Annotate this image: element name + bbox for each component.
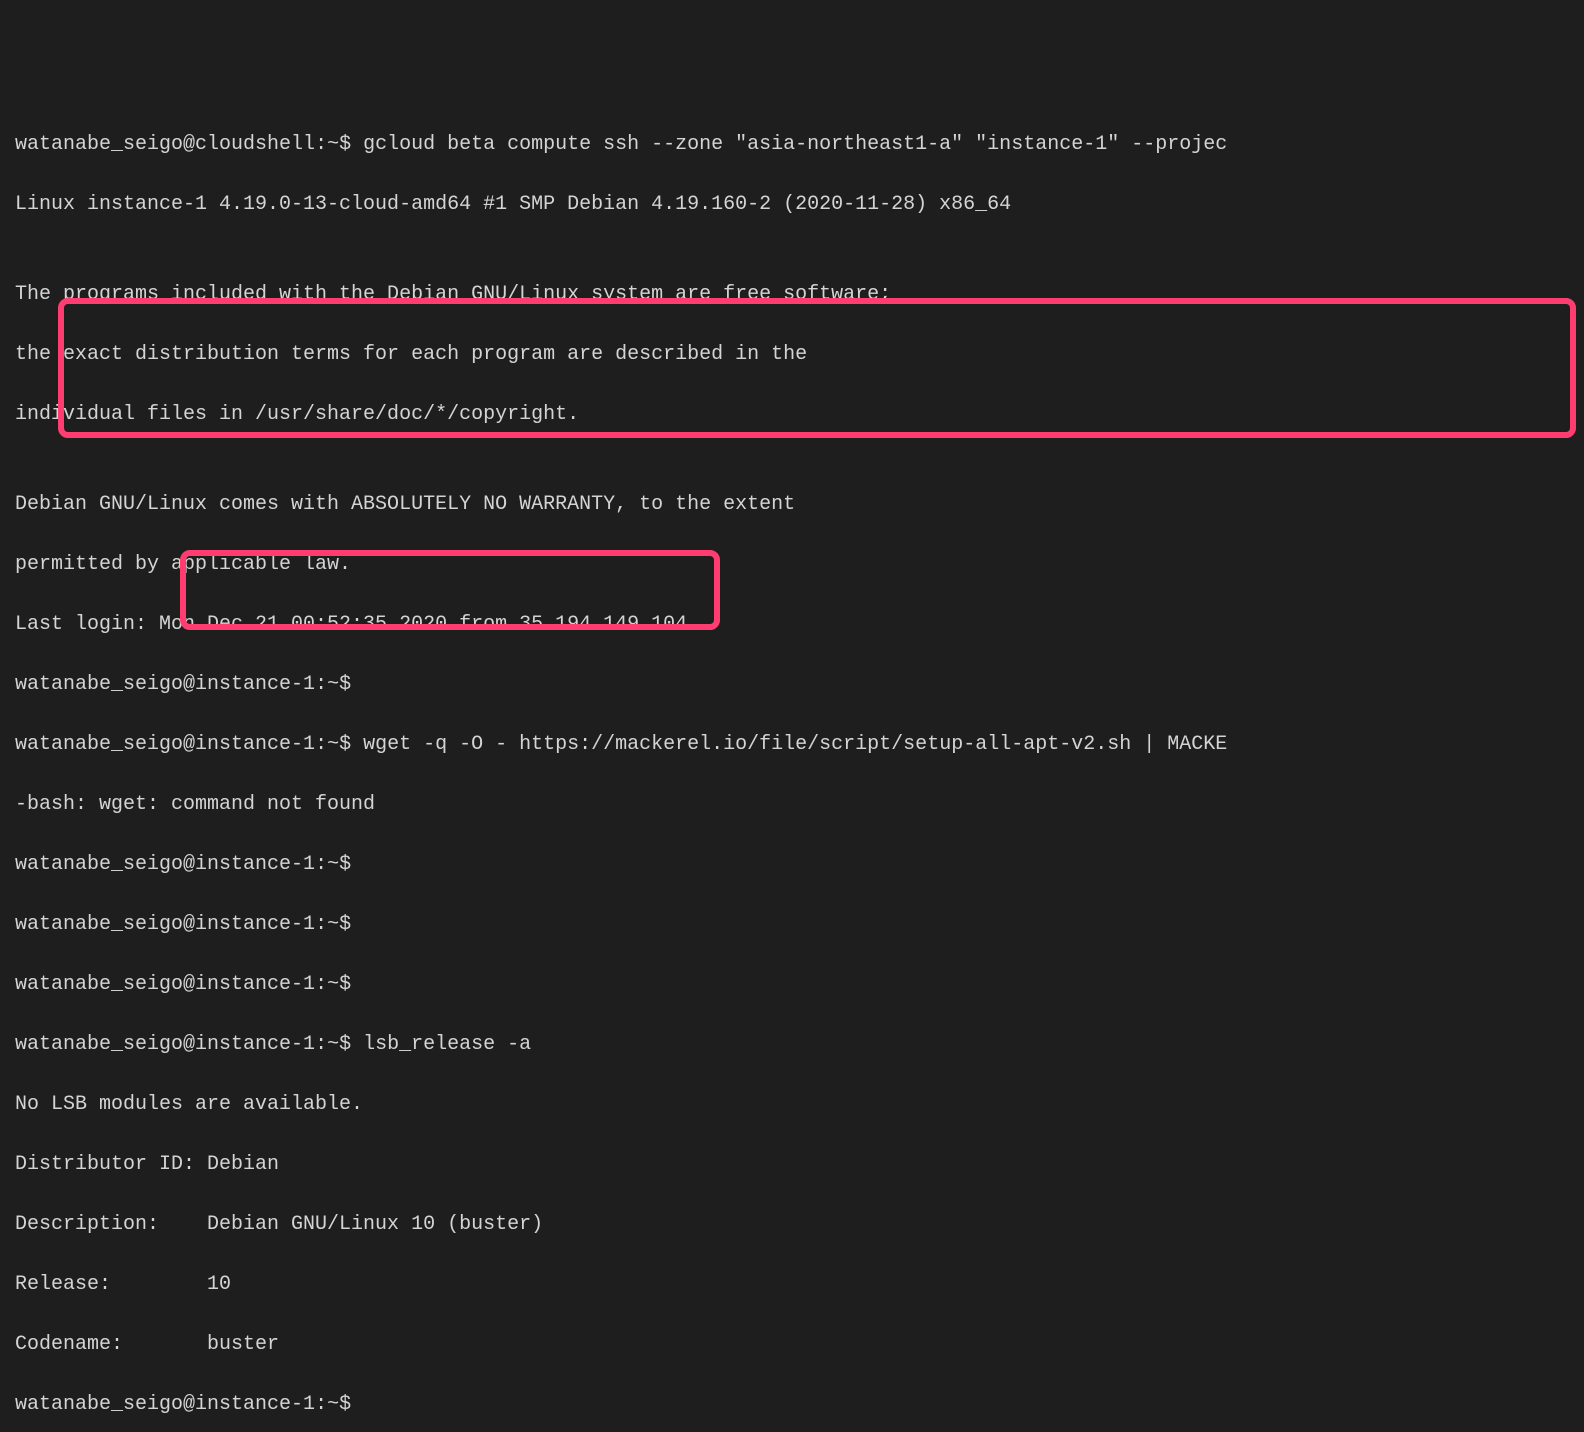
- prompt-dollar: $: [339, 973, 351, 996]
- prompt-path: :~: [315, 973, 339, 996]
- command-text: lsb_release -a: [351, 1033, 531, 1056]
- command-text: $ gcloud beta compute ssh --zone "asia-n…: [339, 133, 1227, 156]
- prompt-user: watanabe_seigo@instance-1: [15, 973, 315, 996]
- terminal-output: permitted by applicable law.: [15, 550, 1569, 580]
- terminal-prompt[interactable]: watanabe_seigo@instance-1:~$: [15, 910, 1569, 940]
- command-text: wget -q -O - https://mackerel.io/file/sc…: [351, 733, 1227, 756]
- terminal-output: individual files in /usr/share/doc/*/cop…: [15, 400, 1569, 430]
- terminal-line[interactable]: watanabe_seigo@cloudshell:~$ gcloud beta…: [15, 130, 1569, 160]
- prompt-dollar: $: [339, 673, 351, 696]
- prompt-path: :~: [315, 1393, 339, 1416]
- terminal-error: -bash: wget: command not found: [15, 790, 1569, 820]
- prompt-path: :~: [315, 1033, 339, 1056]
- terminal-output: No LSB modules are available.: [15, 1090, 1569, 1120]
- terminal-output: Release: 10: [15, 1270, 1569, 1300]
- prompt-path: :~: [315, 913, 339, 936]
- prompt-path: :~: [315, 733, 339, 756]
- prompt-user: watanabe_seigo@instance-1: [15, 1393, 315, 1416]
- prompt-user: watanabe_seigo@instance-1: [15, 1033, 315, 1056]
- terminal-output: Linux instance-1 4.19.0-13-cloud-amd64 #…: [15, 190, 1569, 220]
- terminal-prompt[interactable]: watanabe_seigo@instance-1:~$: [15, 970, 1569, 1000]
- prompt-dollar: $: [339, 853, 351, 876]
- terminal-output: the exact distribution terms for each pr…: [15, 340, 1569, 370]
- prompt-path: :~: [315, 673, 339, 696]
- prompt-user: watanabe_seigo@instance-1: [15, 853, 315, 876]
- prompt-dollar: $: [339, 913, 351, 936]
- terminal-prompt[interactable]: watanabe_seigo@instance-1:~$: [15, 670, 1569, 700]
- terminal-output: Codename: buster: [15, 1330, 1569, 1360]
- prompt-dollar: $: [339, 733, 351, 756]
- prompt-dollar: $: [339, 1033, 351, 1056]
- terminal-prompt[interactable]: watanabe_seigo@instance-1:~$ lsb_release…: [15, 1030, 1569, 1060]
- terminal-output: Last login: Mon Dec 21 00:52:35 2020 fro…: [15, 610, 1569, 640]
- terminal-output: Description: Debian GNU/Linux 10 (buster…: [15, 1210, 1569, 1240]
- terminal-output: Debian GNU/Linux comes with ABSOLUTELY N…: [15, 490, 1569, 520]
- prompt-path: :~: [315, 133, 339, 156]
- terminal-prompt[interactable]: watanabe_seigo@instance-1:~$: [15, 850, 1569, 880]
- prompt-path: :~: [315, 853, 339, 876]
- prompt-user: watanabe_seigo@instance-1: [15, 733, 315, 756]
- prompt-user: watanabe_seigo@instance-1: [15, 913, 315, 936]
- prompt-user: watanabe_seigo@cloudshell: [15, 133, 315, 156]
- prompt-user: watanabe_seigo@instance-1: [15, 673, 315, 696]
- prompt-dollar: $: [339, 1393, 351, 1416]
- terminal-prompt[interactable]: watanabe_seigo@instance-1:~$ wget -q -O …: [15, 730, 1569, 760]
- terminal-prompt[interactable]: watanabe_seigo@instance-1:~$: [15, 1390, 1569, 1420]
- terminal-output: Distributor ID: Debian: [15, 1150, 1569, 1180]
- terminal-output: The programs included with the Debian GN…: [15, 280, 1569, 310]
